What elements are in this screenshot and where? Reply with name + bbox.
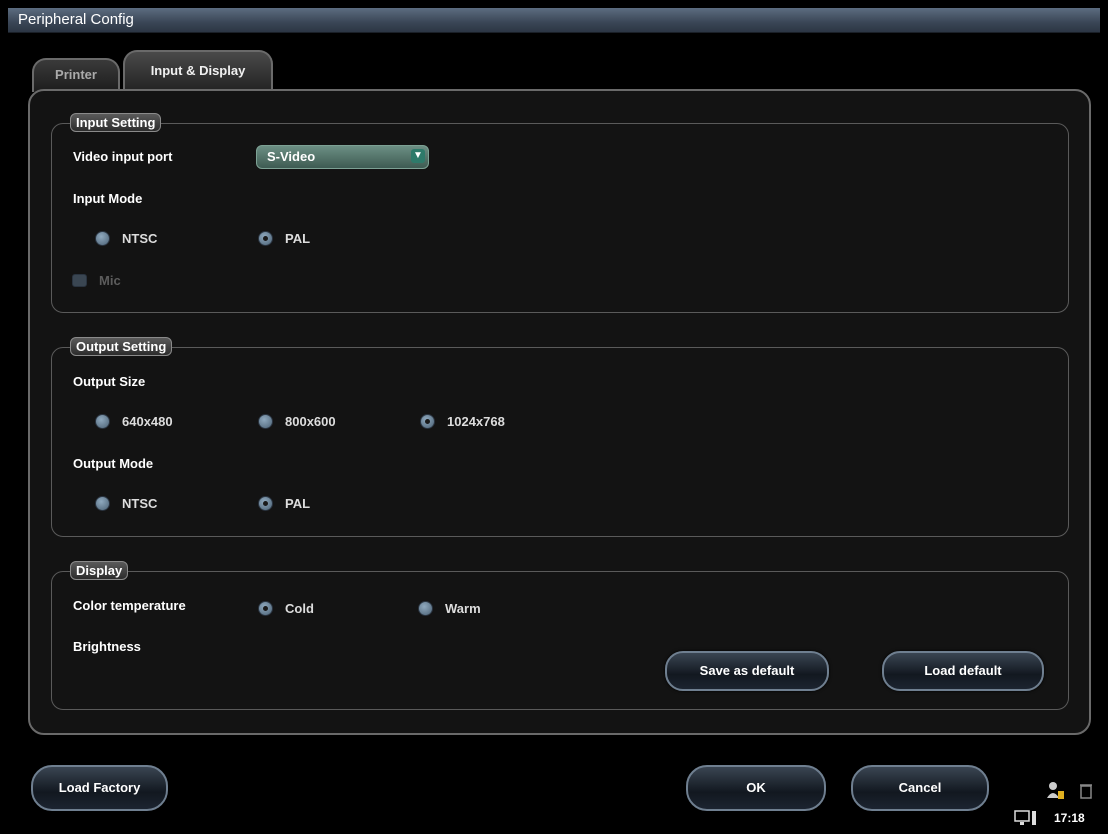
user-icon[interactable] [1046, 781, 1066, 801]
title-bar: Peripheral Config [8, 8, 1100, 33]
input-mode-pal-radio[interactable]: PAL [258, 228, 310, 248]
ok-button[interactable]: OK [686, 765, 826, 811]
display-legend: Display [70, 561, 129, 580]
load-default-button[interactable]: Load default [882, 651, 1044, 691]
radio-selected-icon [258, 600, 273, 616]
input-setting-group: Input Setting [51, 113, 1069, 313]
load-factory-button[interactable]: Load Factory [31, 765, 168, 811]
video-input-port-select[interactable]: S-Video ▼ [256, 145, 429, 169]
output-mode-pal-label: PAL [285, 495, 311, 511]
output-mode-pal-radio[interactable]: PAL [258, 493, 310, 513]
output-mode-ntsc-radio[interactable]: NTSC [95, 493, 157, 513]
color-temperature-label: Color temperature [73, 598, 186, 613]
cancel-button[interactable]: Cancel [851, 765, 989, 811]
checkbox-icon [72, 273, 87, 287]
color-temp-cold-label: Cold [285, 600, 314, 616]
radio-selected-icon [258, 230, 273, 246]
output-setting-group: Output Setting [51, 337, 1069, 537]
monitor-icon[interactable] [1014, 809, 1038, 827]
input-mode-label: Input Mode [73, 191, 143, 206]
brightness-label: Brightness [73, 639, 141, 654]
input-mode-ntsc-label: NTSC [122, 230, 158, 246]
mic-label: Mic [99, 272, 121, 288]
tab-input-display[interactable]: Input & Display [123, 50, 273, 92]
chevron-down-icon[interactable]: ▼ [411, 149, 425, 163]
output-setting-legend: Output Setting [70, 337, 173, 356]
output-size-640-radio[interactable]: 640x480 [95, 411, 173, 431]
video-input-port-value: S-Video [267, 149, 316, 164]
radio-icon [258, 413, 273, 429]
radio-selected-icon [420, 413, 435, 429]
clock-time: 17:18 [1054, 811, 1085, 825]
video-input-port-label: Video input port [73, 149, 173, 164]
mic-checkbox: Mic [72, 270, 121, 290]
output-size-640-label: 640x480 [122, 413, 173, 429]
output-size-800-radio[interactable]: 800x600 [258, 411, 336, 431]
output-size-1024-radio[interactable]: 1024x768 [420, 411, 505, 431]
trash-icon[interactable] [1078, 782, 1094, 800]
window-title: Peripheral Config [18, 11, 134, 28]
output-mode-ntsc-label: NTSC [122, 495, 158, 511]
output-size-label: Output Size [73, 374, 146, 389]
radio-icon [95, 230, 110, 246]
tab-printer[interactable]: Printer [32, 58, 120, 92]
output-mode-label: Output Mode [73, 456, 154, 471]
radio-selected-icon [258, 495, 273, 511]
input-mode-ntsc-radio[interactable]: NTSC [95, 228, 157, 248]
radio-icon [418, 600, 433, 616]
output-size-1024-label: 1024x768 [447, 413, 505, 429]
color-temp-warm-label: Warm [445, 600, 481, 616]
save-as-default-button[interactable]: Save as default [665, 651, 829, 691]
radio-icon [95, 413, 110, 429]
radio-icon [95, 495, 110, 511]
input-setting-legend: Input Setting [70, 113, 162, 132]
output-size-800-label: 800x600 [285, 413, 336, 429]
color-temp-cold-radio[interactable]: Cold [258, 598, 314, 618]
color-temp-warm-radio[interactable]: Warm [418, 598, 481, 618]
input-mode-pal-label: PAL [285, 230, 311, 246]
